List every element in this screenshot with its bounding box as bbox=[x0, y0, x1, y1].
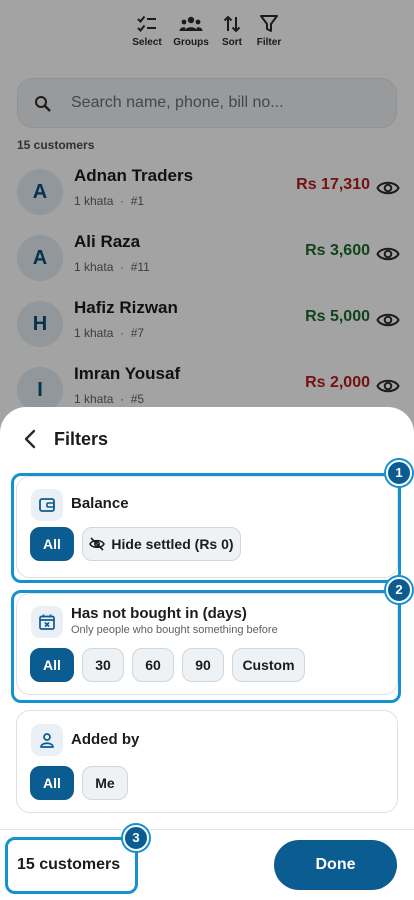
highlight-badge-2: 2 bbox=[386, 577, 412, 603]
done-button[interactable]: Done bbox=[274, 840, 397, 890]
added-by-title: Added by bbox=[71, 731, 140, 748]
highlight-box-3 bbox=[5, 837, 138, 894]
back-arrow-icon[interactable] bbox=[20, 427, 42, 451]
footer-divider bbox=[0, 829, 414, 830]
sheet-header: Filters bbox=[0, 425, 414, 455]
highlight-box-1 bbox=[11, 473, 401, 583]
sheet-title: Filters bbox=[54, 429, 109, 449]
highlight-badge-3: 3 bbox=[123, 825, 149, 851]
highlight-box-2 bbox=[11, 590, 401, 703]
added-by-me-chip[interactable]: Me bbox=[82, 766, 128, 800]
added-by-filter-card: Added by All Me bbox=[16, 710, 398, 813]
highlight-badge-1: 1 bbox=[386, 460, 412, 486]
added-by-all-chip[interactable]: All bbox=[30, 766, 74, 800]
person-icon bbox=[40, 733, 54, 748]
person-icon-box bbox=[31, 724, 63, 756]
